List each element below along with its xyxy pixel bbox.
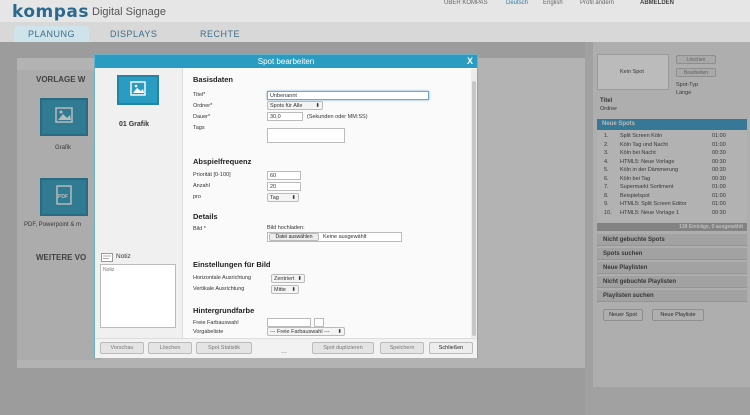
pro-label: pro: [193, 194, 201, 200]
notiz-textarea[interactable]: Notiz: [100, 264, 176, 328]
tags-input[interactable]: [267, 128, 345, 143]
ordner-select[interactable]: Spots für Alle ⬍: [267, 101, 323, 110]
horizontale-ausrichtung-label: Horizontale Ausrichtung: [193, 275, 252, 281]
farbe-input[interactable]: [267, 318, 311, 327]
section-details: Details: [193, 212, 218, 221]
anzahl-label: Anzahl: [193, 183, 210, 189]
app-name: Digital Signage: [92, 6, 166, 18]
titel-label: Titel*: [193, 92, 206, 98]
thumbnail-stand: [128, 111, 178, 117]
dauer-input[interactable]: 30,0: [267, 112, 303, 121]
template-thumbnail-icon: [117, 75, 159, 105]
spot-duplizieren-button[interactable]: Spot duplizieren: [312, 342, 374, 354]
vertikale-ausrichtung-label: Vertikale Ausrichtung: [193, 286, 245, 292]
tab-rechte[interactable]: RECHTE: [186, 26, 254, 42]
ordner-select-value: Spots für Alle: [270, 103, 303, 109]
section-hintergrundfarbe: Hintergrundfarbe: [193, 306, 255, 315]
chevron-down-icon: ⬍: [291, 287, 296, 293]
ordner-label: Ordner*: [193, 103, 213, 109]
notiz-title: Notiz: [116, 253, 131, 260]
horizontale-ausrichtung-select[interactable]: Zentriert ⬍: [271, 274, 305, 283]
prioritaet-input[interactable]: 60: [267, 171, 301, 180]
spot-statistik-button[interactable]: Spot Statistik: [196, 342, 252, 354]
loeschen-button[interactable]: Löschen: [148, 342, 192, 354]
spot-edit-dialog: Spot bearbeiten X 01 Grafik Notiz Notiz …: [94, 54, 478, 358]
titel-input[interactable]: Unbenannt: [267, 91, 429, 100]
file-status: Keine ausgewählt: [323, 234, 367, 240]
dauer-hint: (Sekunden oder MM:SS): [307, 114, 368, 120]
template-name: 01 Grafik: [119, 121, 149, 128]
chevron-down-icon: ⬍: [297, 276, 302, 282]
section-abspielfrequenz: Abspielfrequenz: [193, 157, 252, 166]
speichern-button[interactable]: Speichern: [380, 342, 424, 354]
section-basisdaten: Basisdaten: [193, 75, 234, 84]
dialog-title: Spot bearbeiten: [95, 55, 477, 68]
prioritaet-label: Priorität [0-100]: [193, 172, 231, 178]
scrollbar-thumb[interactable]: [472, 81, 476, 336]
pro-select-value: Tag: [270, 195, 279, 201]
link-abmelden[interactable]: ABMELDEN: [640, 0, 674, 6]
vorgabeliste-value: --- Freie Farbauswahl ---: [270, 329, 330, 335]
dauer-label: Dauer*: [193, 114, 211, 120]
pro-select[interactable]: Tag ⬍: [267, 193, 299, 202]
link-deutsch[interactable]: Deutsch: [506, 0, 528, 6]
notiz-icon: [101, 253, 113, 264]
link-english[interactable]: English: [543, 0, 563, 6]
color-swatch[interactable]: [314, 318, 324, 327]
datei-auswaehlen-button[interactable]: Datei auswählen: [269, 233, 319, 241]
kompas-logo: kompas: [12, 2, 90, 22]
chevron-down-icon: ⬍: [337, 329, 342, 335]
bild-label: Bild *: [193, 226, 206, 232]
tab-planung[interactable]: PLANUNG: [14, 26, 90, 42]
more-indicator: ...: [281, 348, 287, 355]
horizontale-ausrichtung-value: Zentriert: [274, 276, 295, 282]
tags-label: Tags: [193, 125, 205, 131]
vertikale-ausrichtung-value: Mitte: [274, 287, 286, 293]
schliessen-button[interactable]: Schließen: [429, 342, 473, 354]
section-einstellungen-bild: Einstellungen für Bild: [193, 260, 271, 269]
bild-hochladen-label: Bild hochladen:: [267, 225, 305, 231]
vertikale-ausrichtung-select[interactable]: Mitte ⬍: [271, 285, 299, 294]
link-profil-aendern[interactable]: Profil ändern: [580, 0, 614, 6]
vorgabeliste-select[interactable]: --- Freie Farbauswahl --- ⬍: [267, 327, 345, 336]
close-icon[interactable]: X: [467, 55, 473, 68]
chevron-down-icon: ⬍: [315, 103, 320, 109]
chevron-down-icon: ⬍: [291, 195, 296, 201]
link-ueber-kompas[interactable]: ÜBER KOMPAS: [444, 0, 488, 6]
vorgabeliste-label: Vorgabeliste: [193, 329, 224, 335]
tab-displays[interactable]: DISPLAYS: [96, 26, 171, 42]
anzahl-input[interactable]: 20: [267, 182, 301, 191]
freie-farbauswahl-label: Freie Farbauswahl: [193, 320, 239, 326]
vorschau-button[interactable]: Vorschau: [100, 342, 144, 354]
